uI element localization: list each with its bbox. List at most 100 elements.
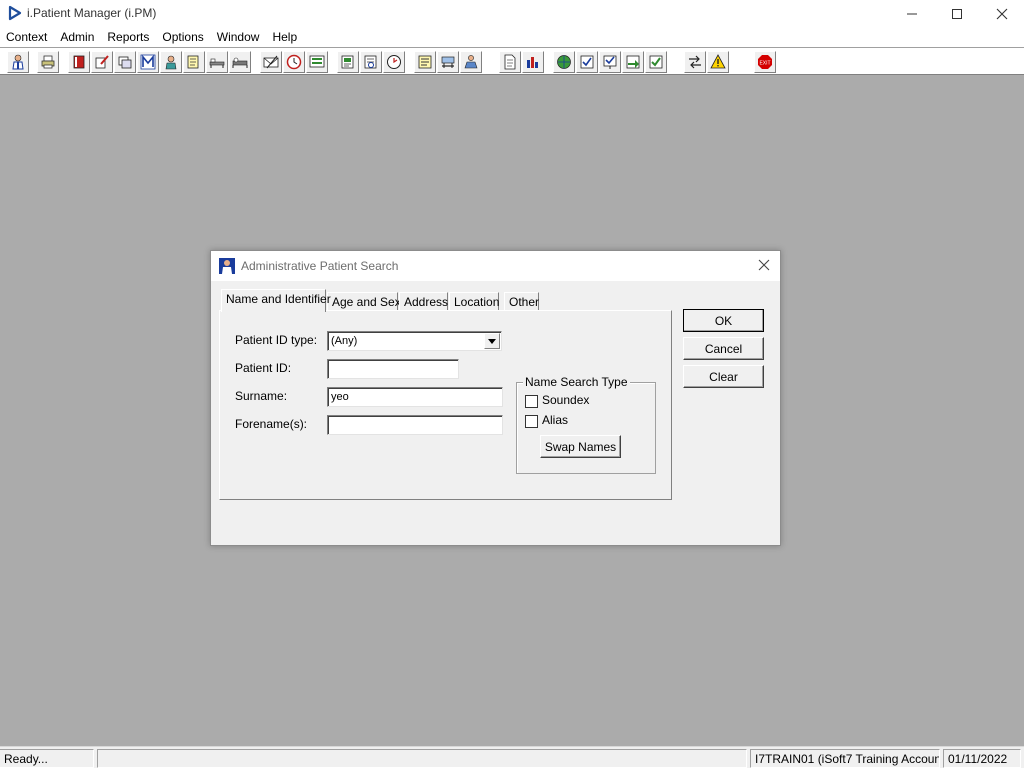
minimize-button[interactable] [889, 0, 935, 27]
patient-search-dialog: Administrative Patient Search Name and I… [210, 250, 781, 546]
dialog-title: Administrative Patient Search [241, 259, 399, 273]
maximize-button[interactable] [934, 0, 980, 27]
toolbar-button-bar-chart[interactable] [522, 51, 544, 73]
soundex-label: Soundex [542, 393, 590, 407]
toolbar-button-checklist[interactable] [576, 51, 598, 73]
toolbar-button-print[interactable] [37, 51, 59, 73]
transfer-icon [441, 56, 455, 68]
patient-icon [12, 54, 24, 70]
toolbar-button-doc-clock[interactable] [383, 51, 405, 73]
swap-names-button[interactable]: Swap Names [540, 435, 621, 458]
toolbar-button-notes[interactable] [414, 51, 436, 73]
toolbar-button-clock[interactable] [283, 51, 305, 73]
tab-panel-name-and-identifier: Patient ID type: (Any) Patient ID: Surna… [219, 310, 672, 500]
menu-context[interactable]: Context [0, 27, 54, 47]
globe-icon [557, 55, 571, 69]
status-message: Ready... [0, 749, 94, 768]
ok-button[interactable]: OK [683, 309, 764, 332]
toolbar-button-person-add[interactable] [460, 51, 482, 73]
toolbar-button-book[interactable] [68, 51, 90, 73]
patient-search-icon [219, 258, 235, 274]
toolbar-button-transfer[interactable] [437, 51, 459, 73]
alias-label: Alias [542, 413, 569, 427]
menu-bar: Context Admin Reports Options Window Hel… [0, 27, 1024, 47]
menu-options[interactable]: Options [156, 27, 210, 47]
notepad-icon [187, 55, 199, 69]
dialog-title-bar: Administrative Patient Search [211, 251, 780, 281]
menu-reports[interactable]: Reports [101, 27, 156, 47]
toolbar-button-doc-edit[interactable] [360, 51, 382, 73]
patient-id-input[interactable] [331, 363, 455, 375]
toolbar-button-doctor[interactable] [160, 51, 182, 73]
toolbar-button-notepad[interactable] [183, 51, 205, 73]
forenames-field[interactable] [327, 415, 503, 435]
toolbar-button-document[interactable] [337, 51, 359, 73]
patient-id-field[interactable] [327, 359, 459, 379]
alias-checkbox[interactable] [525, 415, 538, 428]
status-blank-pane [97, 749, 747, 768]
clear-button[interactable]: Clear [683, 365, 764, 388]
cancel-button[interactable]: Cancel [683, 337, 764, 360]
status-account: I7TRAIN01 (iSoft7 Training Account) [750, 749, 940, 768]
tab-other[interactable]: Other [504, 292, 539, 311]
toolbar-button-patient[interactable] [7, 51, 29, 73]
document-icon [341, 55, 354, 69]
toolbar-button-screen[interactable] [306, 51, 328, 73]
clock-icon [286, 54, 302, 70]
patient-id-type-select[interactable]: (Any) [327, 331, 502, 351]
forenames-input[interactable] [331, 419, 499, 431]
status-bar: Ready... I7TRAIN01 (iSoft7 Training Acco… [0, 746, 1024, 768]
menu-admin[interactable]: Admin [54, 27, 101, 47]
soundex-checkbox[interactable] [525, 395, 538, 408]
surname-field[interactable] [327, 387, 503, 407]
toolbar: EXIT [0, 47, 1024, 75]
patient-id-type-value: (Any) [331, 335, 358, 347]
svg-text:EXIT: EXIT [759, 61, 770, 67]
app-logo-icon [8, 5, 22, 21]
printer-icon [41, 55, 55, 69]
tab-name-and-identifier[interactable]: Name and Identifier [221, 289, 331, 312]
toolbar-button-swap[interactable] [684, 51, 706, 73]
minimize-icon [907, 13, 917, 14]
toolbar-button-green-check[interactable] [645, 51, 667, 73]
toolbar-button-green-arrow[interactable] [622, 51, 644, 73]
menu-help[interactable]: Help [266, 27, 304, 47]
bed-icon [209, 58, 225, 68]
close-button[interactable] [979, 0, 1024, 27]
name-search-type-group: Name Search Type Soundex Alias Swap Name… [516, 375, 656, 474]
edit-note-icon [95, 55, 109, 69]
surname-label: Surname: [235, 389, 288, 403]
toolbar-button-m[interactable] [137, 51, 159, 73]
green-check-icon [649, 55, 663, 69]
toolbar-button-page[interactable] [499, 51, 521, 73]
toolbar-button-exit[interactable]: EXIT [754, 51, 776, 73]
ward-icon [232, 57, 248, 68]
surname-input[interactable] [331, 391, 499, 403]
app-title: i.Patient Manager (i.PM) [27, 6, 157, 20]
menu-window[interactable]: Window [211, 27, 267, 47]
toolbar-button-warning[interactable] [707, 51, 729, 73]
toolbar-button-globe[interactable] [553, 51, 575, 73]
mail-icon [263, 55, 279, 69]
m-icon [140, 54, 156, 70]
tab-address[interactable]: Address [399, 292, 448, 311]
toolbar-button-ward[interactable] [229, 51, 251, 73]
toolbar-button-cards[interactable] [114, 51, 136, 73]
toolbar-button-edit-note[interactable] [91, 51, 113, 73]
dropdown-button[interactable] [484, 333, 500, 349]
page-icon [504, 54, 516, 70]
tab-location[interactable]: Location [449, 292, 499, 311]
toolbar-button-bed[interactable] [206, 51, 228, 73]
swap-icon [689, 55, 701, 69]
toolbar-button-mail[interactable] [260, 51, 282, 73]
screen-icon [309, 55, 325, 68]
book-icon [73, 55, 85, 69]
dialog-close-icon[interactable] [756, 257, 772, 273]
patient-id-label: Patient ID: [235, 361, 292, 375]
check-down-icon [603, 55, 617, 69]
tab-age-and-sex[interactable]: Age and Sex [327, 292, 401, 311]
app-title-bar: i.Patient Manager (i.PM) [0, 0, 1024, 27]
warning-icon [710, 54, 726, 69]
toolbar-button-check-down[interactable] [599, 51, 621, 73]
cards-icon [118, 56, 132, 69]
